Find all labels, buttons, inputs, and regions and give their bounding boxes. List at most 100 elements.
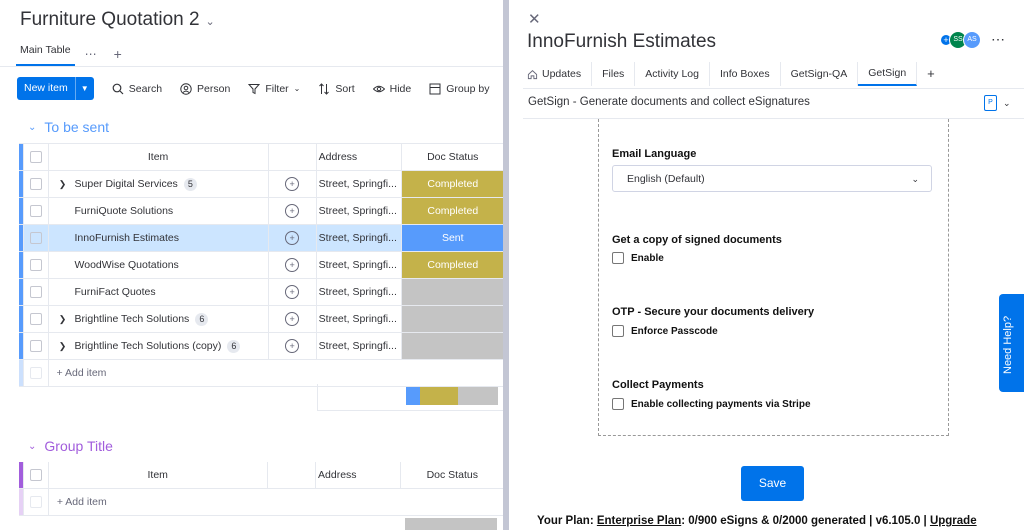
status-cell[interactable]: Completed <box>401 170 505 198</box>
need-help-button[interactable]: Need Help? <box>999 294 1024 392</box>
item-name[interactable]: Super Digital Services <box>75 178 178 190</box>
item-name-cell[interactable]: ❯ Brightline Tech Solutions (copy) 6 <box>48 332 269 360</box>
row-checkbox[interactable] <box>23 170 49 198</box>
row-checkbox[interactable] <box>23 278 49 306</box>
row-checkbox[interactable] <box>23 332 49 360</box>
table-row[interactable]: ❯ Brightline Tech Solutions 6 + Street, Spri… <box>19 305 505 333</box>
conversation-cell[interactable]: + <box>268 332 317 360</box>
tab-info-boxes[interactable]: Info Boxes <box>710 62 781 86</box>
chevron-down-icon[interactable]: ⌄ <box>294 84 301 93</box>
item-name-cell[interactable]: FurniFact Quotes <box>48 278 269 306</box>
add-item-row[interactable]: + Add item <box>19 359 505 387</box>
filter-button[interactable]: Filter ⌄ <box>248 83 300 95</box>
chevron-down-icon[interactable]: ⌄ <box>28 122 36 133</box>
item-title[interactable]: InnoFurnish Estimates <box>527 31 716 53</box>
add-item-row[interactable]: + Add item <box>19 488 505 516</box>
add-update-icon[interactable]: + <box>285 204 300 218</box>
subitem-count-badge[interactable]: 5 <box>183 177 197 191</box>
table-row[interactable]: ❯ Brightline Tech Solutions (copy) 6 + Stree… <box>19 332 505 360</box>
address-cell[interactable]: Street, Springfi... <box>316 305 402 333</box>
document-icon[interactable]: P <box>984 95 997 111</box>
item-name[interactable]: Brightline Tech Solutions (copy) <box>75 340 222 352</box>
chevron-down-icon[interactable]: ⌄ <box>28 441 36 452</box>
group-header-group-title[interactable]: ⌄ Group Title <box>28 438 113 454</box>
item-name-cell[interactable]: ❯ Brightline Tech Solutions 6 <box>48 305 269 333</box>
checkbox[interactable] <box>612 325 624 337</box>
add-update-icon[interactable]: + <box>285 231 300 245</box>
row-checkbox[interactable] <box>23 224 49 252</box>
item-name[interactable]: InnoFurnish Estimates <box>75 232 179 244</box>
tab-files[interactable]: Files <box>592 62 636 86</box>
item-name-cell[interactable]: FurniQuote Solutions <box>48 197 269 225</box>
add-item-input[interactable]: + Add item <box>48 359 505 387</box>
column-header-address[interactable]: Address <box>316 143 402 171</box>
board-title[interactable]: Furniture Quotation 2 ⌄ <box>20 9 215 31</box>
conversation-cell[interactable]: + <box>268 224 317 252</box>
upgrade-link[interactable]: Upgrade <box>930 515 977 527</box>
group-title[interactable]: To be sent <box>44 119 109 135</box>
add-update-icon[interactable]: + <box>285 312 300 326</box>
tab-activity-log[interactable]: Activity Log <box>635 62 710 86</box>
checkbox[interactable] <box>612 252 624 264</box>
item-name[interactable]: Brightline Tech Solutions <box>75 313 190 325</box>
conversation-cell[interactable]: + <box>268 278 317 306</box>
table-row[interactable]: WoodWise Quotations + Street, Springfi... C… <box>19 251 505 279</box>
close-icon[interactable]: ✕ <box>528 10 541 28</box>
table-row[interactable]: FurniFact Quotes + Street, Springfi... <box>19 278 505 306</box>
enforce-passcode-checkbox[interactable]: Enforce Passcode <box>612 325 718 337</box>
column-header-doc-status[interactable]: Doc Status <box>400 462 505 489</box>
conversation-cell[interactable]: + <box>268 170 317 198</box>
email-language-select[interactable]: English (Default) ⌄ <box>612 165 932 192</box>
tab-main-table[interactable]: Main Table <box>16 42 75 66</box>
tab-getsign[interactable]: GetSign <box>858 62 918 86</box>
add-view-icon[interactable]: + <box>114 46 122 62</box>
item-name-cell[interactable]: InnoFurnish Estimates <box>48 224 269 252</box>
item-name[interactable]: FurniQuote Solutions <box>75 205 174 217</box>
address-cell[interactable]: Street, Springfi... <box>316 251 402 279</box>
add-update-icon[interactable]: + <box>285 285 300 299</box>
column-header-address[interactable]: Address <box>315 462 401 489</box>
item-name-cell[interactable]: ❯ Super Digital Services 5 <box>48 170 269 198</box>
save-button[interactable]: Save <box>741 466 804 501</box>
expand-chevron-icon[interactable]: ❯ <box>57 179 69 190</box>
select-all-checkbox[interactable] <box>23 462 49 489</box>
add-item-input[interactable]: + Add item <box>48 488 505 516</box>
address-cell[interactable]: Street, Springfi... <box>316 278 402 306</box>
tab-updates[interactable]: Updates <box>527 62 593 86</box>
address-cell[interactable]: Street, Springfi... <box>316 224 402 252</box>
select-all-checkbox[interactable] <box>23 143 49 171</box>
subscribers[interactable]: + SS AS <box>941 31 981 49</box>
add-update-icon[interactable]: + <box>285 258 300 272</box>
add-update-icon[interactable]: + <box>285 177 300 191</box>
item-name-cell[interactable]: WoodWise Quotations <box>48 251 269 279</box>
table-row[interactable]: InnoFurnish Estimates + Street, Springfi..… <box>19 224 505 252</box>
conversation-cell[interactable]: + <box>268 305 317 333</box>
conversation-cell[interactable]: + <box>268 197 317 225</box>
status-summary-bar[interactable] <box>405 518 497 530</box>
column-header-item[interactable]: Item <box>48 462 268 489</box>
enable-copy-checkbox[interactable]: Enable <box>612 252 664 264</box>
more-icon[interactable]: ⋯ <box>85 47 98 61</box>
more-options-icon[interactable]: ⋯ <box>991 31 1006 48</box>
status-cell[interactable] <box>401 332 505 360</box>
status-cell[interactable]: Completed <box>401 197 505 225</box>
address-cell[interactable]: Street, Springfi... <box>316 332 402 360</box>
status-cell[interactable]: Sent <box>401 224 505 252</box>
status-cell[interactable]: Completed <box>401 251 505 279</box>
item-name[interactable]: WoodWise Quotations <box>75 259 179 271</box>
row-checkbox[interactable] <box>23 197 49 225</box>
group-header-to-be-sent[interactable]: ⌄ To be sent <box>28 119 109 135</box>
row-checkbox[interactable] <box>23 305 49 333</box>
status-cell[interactable] <box>401 278 505 306</box>
status-summary-bar[interactable] <box>406 387 498 405</box>
subitem-count-badge[interactable]: 6 <box>195 312 209 326</box>
conversation-cell[interactable]: + <box>268 251 317 279</box>
stripe-payments-checkbox[interactable]: Enable collecting payments via Stripe <box>612 398 811 410</box>
checkbox[interactable] <box>612 398 624 410</box>
column-header-item[interactable]: Item <box>48 143 269 171</box>
new-item-button[interactable]: New item ▼ <box>17 77 94 100</box>
chevron-down-icon[interactable]: ⌄ <box>1003 98 1011 109</box>
row-checkbox[interactable] <box>23 251 49 279</box>
group-by-button[interactable]: Group by <box>429 83 489 95</box>
table-row[interactable]: FurniQuote Solutions + Street, Springfi...… <box>19 197 505 225</box>
